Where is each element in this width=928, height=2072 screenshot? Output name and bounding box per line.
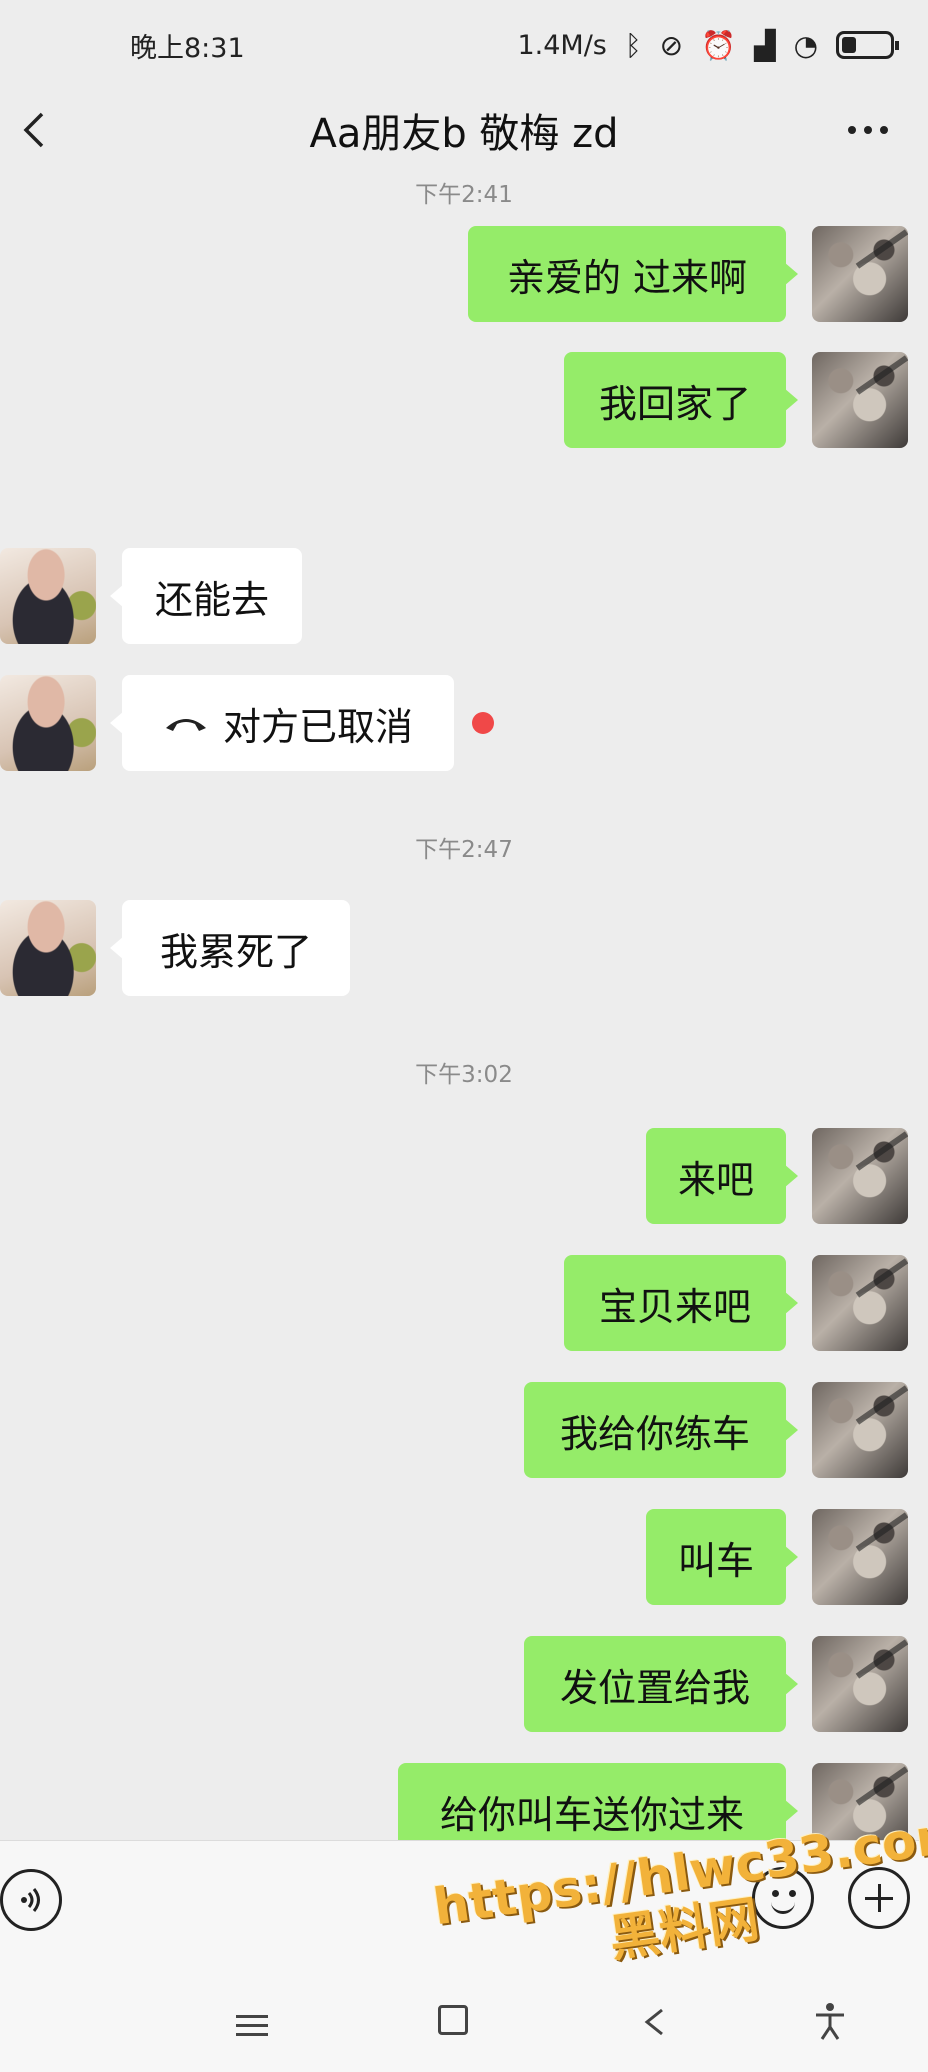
back-button[interactable] bbox=[10, 104, 60, 156]
message-bubble[interactable]: 发位置给我 bbox=[524, 1636, 798, 1732]
message-bubble[interactable]: 我累死了 bbox=[110, 900, 350, 996]
message-bubble[interactable]: 给你叫车送你过来 bbox=[398, 1763, 798, 1840]
received-message: 我累死了 bbox=[0, 900, 928, 996]
my-avatar[interactable] bbox=[812, 352, 908, 448]
my-avatar[interactable] bbox=[812, 1255, 908, 1351]
message-text: 宝贝来吧 bbox=[598, 1284, 751, 1329]
status-icons: 1.4M/s ᛒ ⊘ ⏰ ▟ ◔ bbox=[517, 28, 899, 62]
contact-avatar[interactable] bbox=[0, 900, 96, 996]
menu-icon[interactable] bbox=[236, 2015, 268, 2037]
my-avatar[interactable] bbox=[812, 1382, 908, 1478]
message-timestamp: 下午3:02 bbox=[415, 1062, 513, 1088]
received-message: 还能去 bbox=[0, 548, 928, 644]
message-text: 我累死了 bbox=[159, 929, 312, 974]
sent-message: 来吧 bbox=[0, 1128, 928, 1224]
contact-avatar[interactable] bbox=[0, 675, 96, 771]
sent-message: 叫车 bbox=[0, 1509, 928, 1605]
more-dots-icon bbox=[848, 126, 856, 134]
status-time: 晚上8:31 bbox=[130, 32, 245, 64]
message-bubble[interactable]: 亲爱的 过来啊 bbox=[468, 226, 798, 322]
bluetooth-icon: ᛒ bbox=[624, 28, 642, 62]
received-message: 对方已取消 bbox=[0, 675, 928, 771]
sent-message: 亲爱的 过来啊 bbox=[0, 226, 928, 322]
call-record-bubble[interactable]: 对方已取消 bbox=[110, 675, 454, 771]
sent-message: 我回家了 bbox=[0, 352, 928, 448]
my-avatar[interactable] bbox=[812, 1636, 908, 1732]
status-bar: 晚上8:31 1.4M/s ᛒ ⊘ ⏰ ▟ ◔ bbox=[0, 0, 928, 90]
message-timestamp: 下午2:41 bbox=[415, 182, 513, 208]
chevron-left-icon bbox=[23, 112, 44, 148]
message-text: 还能去 bbox=[154, 577, 269, 622]
chat-title: Aa朋友b 敬梅 zd bbox=[309, 111, 619, 157]
message-text: 发位置给我 bbox=[559, 1665, 750, 1710]
battery-level bbox=[842, 37, 857, 53]
message-bubble[interactable]: 还能去 bbox=[110, 548, 302, 644]
message-text: 对方已取消 bbox=[222, 704, 413, 749]
wifi-icon: ◔ bbox=[793, 28, 818, 62]
my-avatar[interactable] bbox=[812, 1509, 908, 1605]
battery-icon bbox=[836, 31, 899, 59]
message-text: 我回家了 bbox=[598, 381, 751, 426]
sent-message: 我给你练车 bbox=[0, 1382, 928, 1478]
network-speed: 1.4M/s bbox=[517, 29, 607, 61]
sent-message: 发位置给我 bbox=[0, 1636, 928, 1732]
message-bubble[interactable]: 我回家了 bbox=[564, 352, 798, 448]
sent-message: 宝贝来吧 bbox=[0, 1255, 928, 1351]
my-avatar[interactable] bbox=[812, 1128, 908, 1224]
voice-icon bbox=[21, 1888, 40, 1912]
message-bubble[interactable]: 宝贝来吧 bbox=[564, 1255, 798, 1351]
chat-header: Aa朋友b 敬梅 zd bbox=[0, 90, 928, 170]
contact-avatar[interactable] bbox=[0, 548, 96, 644]
back-icon[interactable] bbox=[642, 2007, 666, 2037]
message-text: 叫车 bbox=[677, 1538, 754, 1583]
unread-dot bbox=[472, 712, 494, 734]
message-timestamp: 下午2:47 bbox=[415, 837, 513, 863]
message-text: 给你叫车送你过来 bbox=[439, 1792, 744, 1837]
voice-button[interactable] bbox=[0, 1869, 62, 1931]
phone-hangup-icon bbox=[165, 719, 206, 731]
message-bubble[interactable]: 来吧 bbox=[646, 1128, 798, 1224]
signal-icon: ▟ bbox=[754, 28, 776, 62]
message-text: 我给你练车 bbox=[559, 1411, 750, 1456]
accessibility-icon[interactable] bbox=[812, 2001, 848, 2041]
alarm-icon: ⏰ bbox=[701, 28, 737, 62]
message-text: 亲爱的 过来啊 bbox=[506, 255, 748, 300]
mute-icon: ⊘ bbox=[659, 28, 684, 62]
message-bubble[interactable]: 我给你练车 bbox=[524, 1382, 798, 1478]
message-bubble[interactable]: 叫车 bbox=[646, 1509, 798, 1605]
more-button[interactable] bbox=[838, 104, 898, 156]
message-list[interactable]: 下午2:41 亲爱的 过来啊我回家了还能去对方已取消下午2:47 我累死了下午3:0… bbox=[0, 170, 928, 1840]
message-text: 来吧 bbox=[677, 1157, 754, 1202]
my-avatar[interactable] bbox=[812, 226, 908, 322]
